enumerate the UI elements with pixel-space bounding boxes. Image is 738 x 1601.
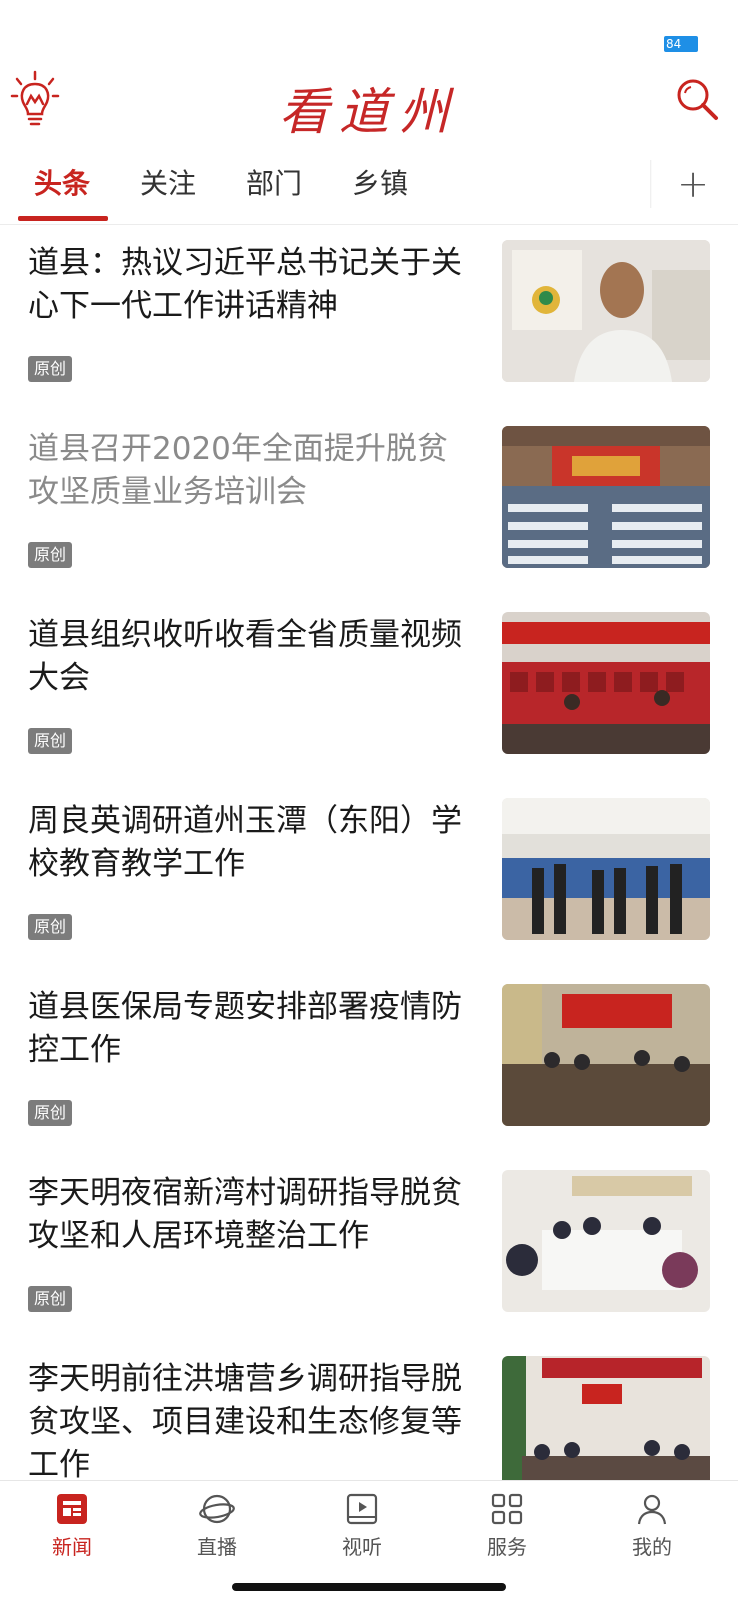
news-icon	[22, 1491, 122, 1527]
original-badge: 原创	[28, 1286, 73, 1312]
home-indicator[interactable]	[232, 1583, 506, 1591]
tab-departments[interactable]: 部门	[246, 164, 302, 212]
news-title: 道县医保局专题安排部署疫情防控工作	[28, 989, 462, 1068]
nav-news[interactable]: 新闻	[22, 1491, 122, 1581]
services-icon	[457, 1491, 557, 1527]
profile-icon	[602, 1491, 702, 1527]
news-title: 李天明夜宿新湾村调研指导脱贫攻坚和人居环境整治工作	[28, 1175, 462, 1254]
nav-label: 新闻	[52, 1535, 92, 1559]
app-title: 看道州	[279, 83, 459, 141]
nav-label: 视听	[342, 1535, 382, 1559]
tab-following[interactable]: 关注	[140, 164, 196, 212]
news-item[interactable]: 道县组织收听收看全省质量视频大会 原创	[0, 598, 738, 784]
news-item[interactable]: 李天明夜宿新湾村调研指导脱贫攻坚和人居环境整治工作 原创	[0, 1156, 738, 1342]
news-item[interactable]: 李天明前往洪塘营乡调研指导脱贫攻坚、项目建设和生态修复等工作	[0, 1342, 738, 1480]
original-badge: 原创	[28, 728, 73, 754]
original-badge: 原创	[28, 356, 73, 382]
tab-headlines[interactable]: 头条	[34, 164, 90, 212]
news-title: 道县：热议习近平总书记关于关心下一代工作讲话精神	[28, 245, 462, 324]
news-thumbnail	[502, 612, 710, 754]
news-title: 周良英调研道州玉潭（东阳）学校教育教学工作	[28, 803, 462, 882]
news-thumbnail	[502, 1356, 710, 1480]
nav-label: 服务	[487, 1535, 527, 1559]
active-tab-indicator	[18, 216, 108, 221]
news-item[interactable]: 周良英调研道州玉潭（东阳）学校教育教学工作 原创	[0, 784, 738, 970]
original-badge: 原创	[28, 1100, 73, 1126]
news-title: 道县召开2020年全面提升脱贫攻坚质量业务培训会	[28, 431, 448, 510]
app-header: 看道州	[0, 60, 738, 141]
category-tabs: 头条 关注 部门 乡镇 +	[0, 150, 738, 225]
news-item[interactable]: 道县召开2020年全面提升脱贫攻坚质量业务培训会 原创	[0, 412, 738, 598]
nav-label: 直播	[197, 1535, 237, 1559]
news-thumbnail	[502, 798, 710, 940]
add-tab-button[interactable]: +	[668, 160, 718, 210]
battery-indicator: 84	[664, 36, 698, 52]
nav-video[interactable]: 视听	[312, 1491, 412, 1581]
news-thumbnail	[502, 1170, 710, 1312]
live-icon	[167, 1491, 267, 1527]
news-item[interactable]: 道县医保局专题安排部署疫情防控工作 原创	[0, 970, 738, 1156]
news-title: 李天明前往洪塘营乡调研指导脱贫攻坚、项目建设和生态修复等工作	[28, 1361, 462, 1480]
news-feed[interactable]: 道县：热议习近平总书记关于关心下一代工作讲话精神 原创 道县召开2020年全面提…	[0, 226, 738, 1480]
search-icon[interactable]	[674, 76, 720, 122]
news-thumbnail	[502, 984, 710, 1126]
nav-live[interactable]: 直播	[167, 1491, 267, 1581]
original-badge: 原创	[28, 914, 73, 940]
nav-services[interactable]: 服务	[457, 1491, 557, 1581]
news-thumbnail	[502, 240, 710, 382]
news-title: 道县组织收听收看全省质量视频大会	[28, 617, 462, 696]
video-icon	[312, 1491, 412, 1527]
nav-label: 我的	[632, 1535, 672, 1559]
tab-townships[interactable]: 乡镇	[352, 164, 408, 212]
news-thumbnail	[502, 426, 710, 568]
news-item[interactable]: 道县：热议习近平总书记关于关心下一代工作讲话精神 原创	[0, 226, 738, 412]
nav-profile[interactable]: 我的	[602, 1491, 702, 1581]
original-badge: 原创	[28, 542, 73, 568]
status-bar: 84	[0, 0, 738, 60]
tab-divider	[650, 160, 652, 208]
